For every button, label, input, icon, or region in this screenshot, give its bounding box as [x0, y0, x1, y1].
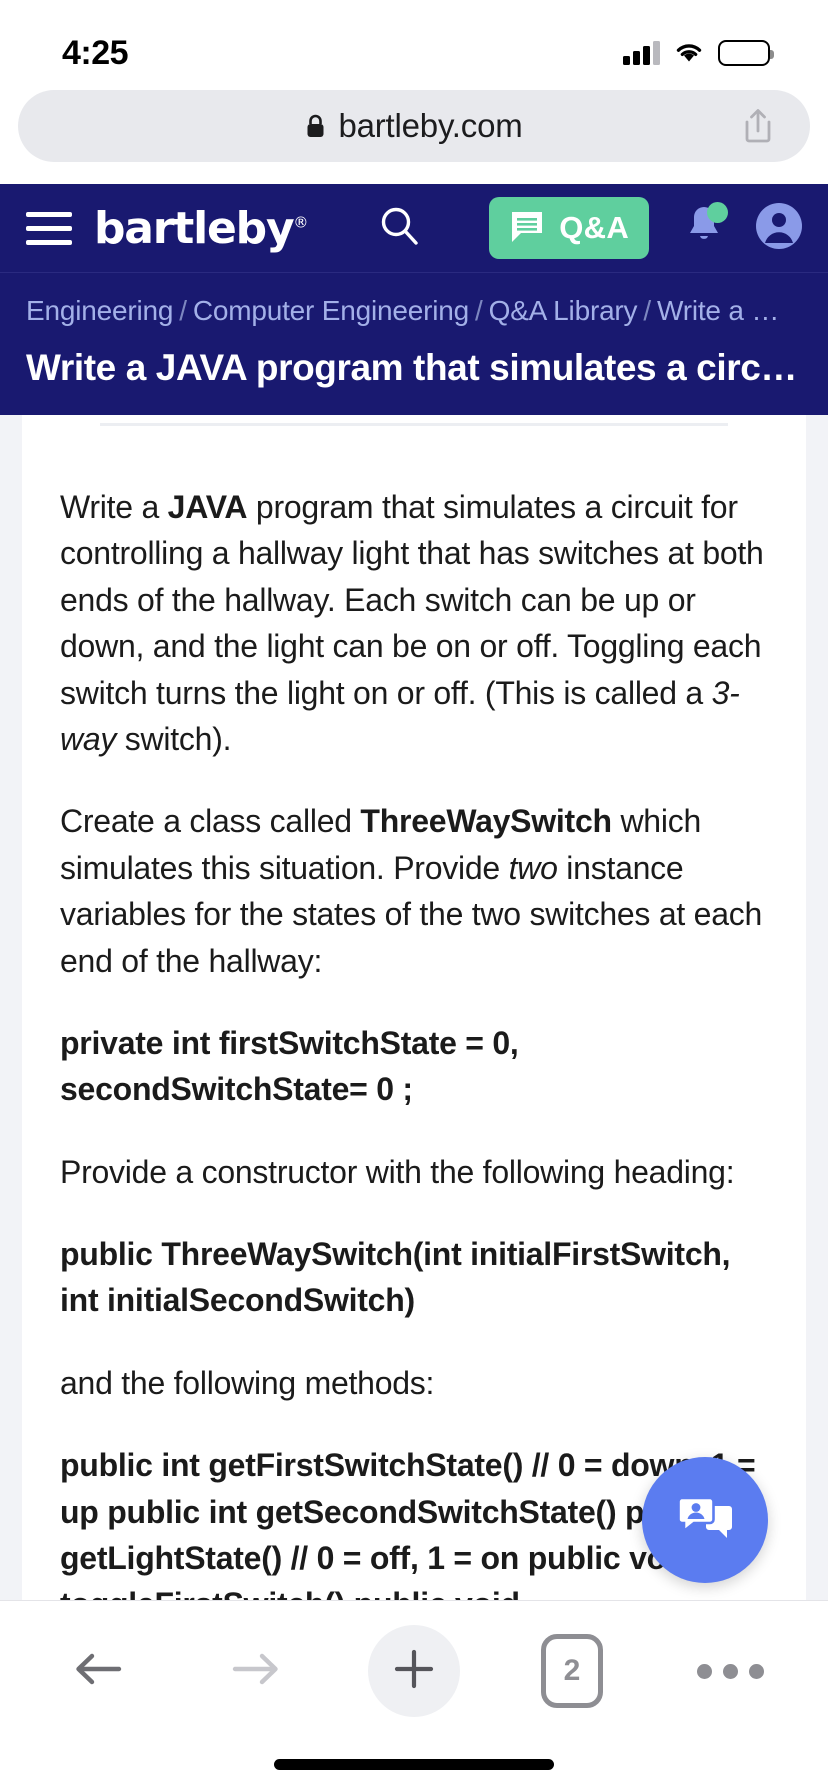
text-run: Create a class called — [60, 803, 361, 840]
question-code-block: private int firstSwitchState = 0, second… — [60, 1020, 768, 1113]
question-code-block: public ThreeWaySwitch(int initialFirstSw… — [60, 1231, 768, 1324]
forward-arrow-icon — [231, 1647, 281, 1696]
text-run: and the following methods: — [60, 1364, 435, 1401]
url-text: bartleby.com — [338, 107, 523, 144]
tab-count-badge: 2 — [541, 1634, 603, 1708]
share-icon[interactable] — [742, 107, 774, 145]
browser-bottom-toolbar: 2 — [0, 1600, 828, 1792]
qa-button[interactable]: Q&A — [489, 197, 650, 259]
breadcrumb-separator: / — [643, 295, 651, 326]
page-title: Write a JAVA program that simulates a ci… — [26, 347, 798, 388]
content-area: Write a JAVA program that simulates a ci… — [0, 415, 828, 1669]
text-run: public ThreeWaySwitch(int initialFirstSw… — [60, 1236, 731, 1319]
new-tab-button[interactable] — [368, 1625, 460, 1717]
qa-button-label: Q&A — [559, 210, 630, 245]
emphasis-bold: ThreeWaySwitch — [360, 803, 612, 840]
breadcrumb-item-2[interactable]: Q&A Library — [489, 295, 638, 326]
search-icon[interactable] — [377, 204, 421, 253]
browser-toolbar-row: 2 — [0, 1601, 828, 1717]
home-indicator — [274, 1759, 554, 1770]
emphasis-bold: JAVA — [167, 489, 248, 525]
cellular-signal-icon — [623, 41, 660, 65]
tab-overview-button[interactable]: 2 — [526, 1625, 618, 1717]
breadcrumb-item-3[interactable]: Write a … — [657, 295, 779, 326]
status-time: 4:25 — [62, 33, 129, 72]
plus-icon — [390, 1645, 438, 1698]
site-navbar: bartleby® Q&A — [0, 184, 828, 272]
text-run: private int firstSwitchState = 0, second… — [60, 1024, 519, 1108]
ios-status-bar: 4:25 — [0, 0, 828, 84]
forward-button[interactable] — [210, 1625, 302, 1717]
user-account-button[interactable] — [755, 202, 803, 255]
notification-bell-button[interactable] — [683, 201, 729, 254]
breadcrumb: Engineering / Computer Engineering / Q&A Lib… — [26, 295, 802, 327]
back-arrow-icon — [73, 1647, 123, 1696]
brand-registered-mark: ® — [293, 212, 308, 231]
lock-icon — [305, 114, 326, 139]
breadcrumb-separator: / — [475, 295, 483, 326]
text-run: Provide a constructor with the following… — [60, 1153, 735, 1190]
question-card: Write a JAVA program that simulates a ci… — [22, 415, 806, 1669]
more-dots-icon — [696, 1663, 764, 1679]
hamburger-menu-icon[interactable] — [26, 211, 72, 245]
question-paragraph: Provide a constructor with the following… — [60, 1149, 768, 1195]
url-display[interactable]: bartleby.com — [305, 107, 523, 145]
question-paragraph: Write a JAVA program that simulates a ci… — [60, 484, 768, 762]
brand-text: bartleby — [94, 202, 295, 254]
breadcrumb-separator: / — [179, 295, 187, 326]
notification-badge-dot — [707, 201, 729, 223]
chat-bubbles-person-icon — [673, 1486, 737, 1555]
text-run: switch). — [116, 720, 232, 757]
browser-window: 4:25 bartleby.com bartleby® Q&A Engineer… — [0, 0, 828, 1792]
back-button[interactable] — [52, 1625, 144, 1717]
text-run: Write a — [60, 489, 168, 525]
more-menu-button[interactable] — [684, 1625, 776, 1717]
notification-bell-icon — [683, 206, 725, 253]
breadcrumb-item-1[interactable]: Computer Engineering — [193, 295, 469, 326]
chat-lines-icon — [509, 208, 545, 249]
user-account-icon — [755, 202, 803, 254]
emphasis-italic: two — [508, 849, 558, 886]
battery-icon — [718, 40, 774, 66]
address-bar[interactable]: bartleby.com — [18, 90, 810, 162]
breadcrumb-item-0[interactable]: Engineering — [26, 295, 173, 326]
chat-fab-button[interactable] — [642, 1457, 768, 1583]
question-paragraph: Create a class called ThreeWaySwitch whi… — [60, 798, 768, 984]
bartleby-logo[interactable]: bartleby® — [94, 202, 308, 254]
wifi-icon — [673, 41, 705, 65]
status-icon-group — [623, 40, 774, 66]
question-paragraph: and the following methods: — [60, 1360, 768, 1406]
browser-address-bar-container: bartleby.com — [0, 84, 828, 184]
breadcrumb-header: Engineering / Computer Engineering / Q&A Lib… — [0, 272, 828, 415]
